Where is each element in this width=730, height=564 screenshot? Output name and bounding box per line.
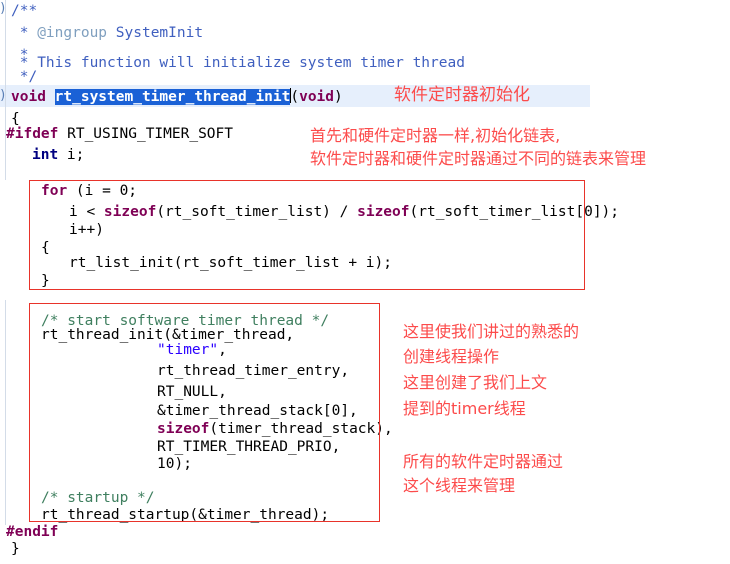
- token-arg-rt-null: RT_NULL,: [157, 384, 227, 400]
- selected-function-name[interactable]: rt_system_timer_thread_init: [54, 89, 291, 105]
- token-brace-close: }: [11, 541, 20, 557]
- token-string-timer: "timer": [157, 342, 219, 358]
- code-editor-view[interactable]: ) ) /** * @ingroup SystemInit * * This f…: [0, 0, 730, 564]
- token-rt-list-init-call: rt_list_init(rt_soft_timer_list + i);: [69, 255, 393, 271]
- annotation-note-1: 软件定时器初始化: [394, 85, 530, 105]
- token-arg-stacksize: (timer_thread_stack),: [209, 421, 393, 437]
- token-arg-tick: 10);: [157, 456, 192, 472]
- token-keyword-void: void: [11, 89, 46, 105]
- code-line[interactable]: rt_thread_timer_entry,: [0, 360, 730, 382]
- token-keyword-sizeof: sizeof: [103, 204, 157, 220]
- token-doc-close: */: [11, 69, 38, 85]
- annotation-note-2-line-2: 软件定时器和硬件定时器通过不同的链表来管理: [310, 149, 647, 168]
- code-line[interactable]: for (i = 0;: [0, 180, 730, 202]
- token-doc-tag-value: SystemInit: [107, 25, 204, 41]
- token-preprocessor-ifdef: #ifdef: [6, 126, 59, 142]
- token-brace-close: }: [41, 273, 50, 289]
- token-for-cond-b: (rt_soft_timer_list[0]);: [409, 204, 620, 220]
- token-doc-star: *: [11, 25, 38, 41]
- token-keyword-for: for: [41, 183, 68, 199]
- annotation-note-4-line-2: 这个线程来管理: [403, 476, 516, 495]
- token-keyword-int: int: [32, 147, 59, 163]
- code-line[interactable]: "timer",: [0, 339, 730, 361]
- token-doc-tag: @ingroup: [37, 25, 108, 41]
- code-line[interactable]: 10);: [0, 453, 730, 475]
- token-comma: ,: [218, 342, 227, 358]
- token-for-increment: i++): [69, 222, 104, 238]
- annotation-note-2-line-1: 首先和硬件定时器一样,初始化链表,: [310, 126, 561, 145]
- code-line[interactable]: /**: [0, 0, 730, 22]
- token-keyword-void-param: void: [299, 89, 335, 105]
- token-for-cond-prefix: i <: [69, 204, 104, 220]
- token-variable-i: i;: [58, 147, 85, 163]
- token-macro-name: RT_USING_TIMER_SOFT: [58, 126, 233, 142]
- annotation-note-3-line-1: 这里使我们讲过的熟悉的: [403, 322, 580, 341]
- code-lines: /** * @ingroup SystemInit * * This funct…: [0, 0, 730, 564]
- code-line[interactable]: * @ingroup SystemInit: [0, 22, 730, 44]
- code-line-signature[interactable]: void rt_system_timer_thread_init(void): [0, 86, 730, 108]
- code-line[interactable]: */: [0, 66, 730, 88]
- annotation-note-3-line-3: 这里创建了我们上文: [403, 373, 548, 392]
- annotation-note-3-line-4: 提到的timer线程: [403, 397, 526, 420]
- token-keyword-sizeof: sizeof: [157, 421, 210, 437]
- token-paren-open: (: [290, 89, 300, 105]
- token-for-cond-a: (rt_soft_timer_list) /: [156, 204, 358, 220]
- code-line[interactable]: }: [0, 270, 730, 292]
- code-line[interactable]: }: [0, 538, 730, 560]
- token-doc-open: /**: [11, 3, 38, 19]
- token-arg-thread-entry: rt_thread_timer_entry,: [157, 363, 350, 379]
- token-keyword-sizeof: sizeof: [357, 204, 410, 220]
- annotation-note-3-line-4-timer: timer: [451, 399, 494, 418]
- token-for-init: (i = 0;: [67, 183, 138, 199]
- annotation-note-3-line-2: 创建线程操作: [403, 347, 500, 366]
- token-arg-stack: &timer_thread_stack[0],: [157, 403, 358, 419]
- annotation-note-4-line-1: 所有的软件定时器通过: [403, 452, 564, 471]
- annotation-note-3-line-4-suffix: 线程: [493, 399, 526, 418]
- token-paren-close: ): [334, 89, 343, 105]
- annotation-note-3-line-4-prefix: 提到的: [403, 399, 452, 418]
